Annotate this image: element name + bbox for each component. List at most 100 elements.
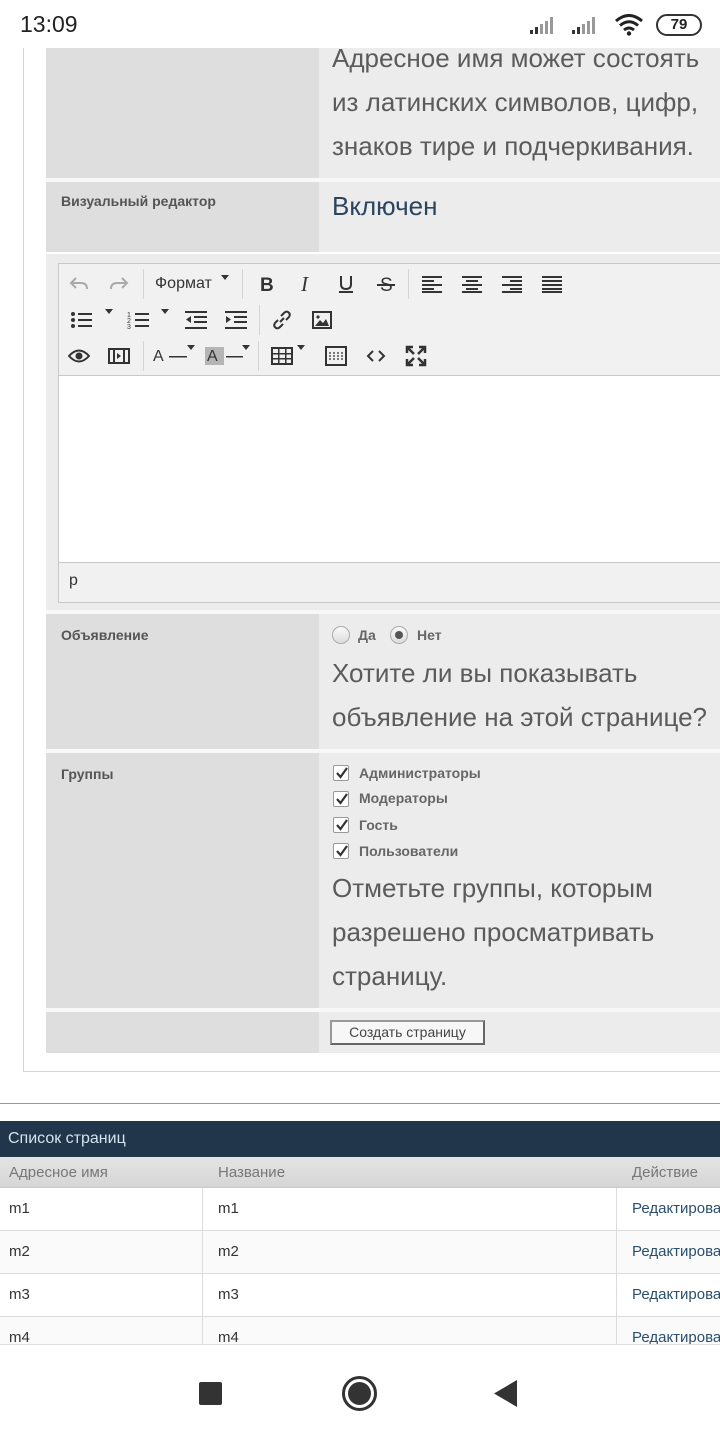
- toolbar-separator: [408, 269, 409, 299]
- numbered-list-icon[interactable]: 123: [123, 305, 153, 335]
- group-label-administrators[interactable]: Администраторы: [359, 765, 481, 781]
- format-dropdown-label: Формат: [155, 275, 212, 292]
- chevron-down-icon[interactable]: [187, 345, 195, 350]
- source-code-icon[interactable]: [361, 341, 391, 371]
- strikethrough-icon[interactable]: S: [371, 269, 401, 299]
- row-alias: m2: [9, 1243, 30, 1260]
- announcement-yes-label[interactable]: Да: [358, 627, 376, 643]
- toolbar-separator: [242, 269, 243, 299]
- text-color-icon[interactable]: A: [151, 341, 191, 371]
- row-edit-link[interactable]: Редактировать: [632, 1286, 720, 1303]
- align-justify-icon[interactable]: [537, 269, 567, 299]
- chevron-down-icon[interactable]: [161, 309, 169, 314]
- recents-square-icon[interactable]: [199, 1382, 222, 1405]
- visual-aid-icon[interactable]: [321, 341, 351, 371]
- column-divider: [616, 1188, 617, 1344]
- home-circle-icon[interactable]: [341, 1375, 378, 1412]
- outdent-icon[interactable]: [181, 305, 211, 335]
- announcement-row: Объявление Да Нет Хотите ли вы показыват…: [46, 614, 720, 749]
- media-icon[interactable]: [104, 341, 134, 371]
- group-checkbox-users[interactable]: [333, 843, 349, 859]
- signal-icon: [572, 17, 595, 34]
- format-dropdown[interactable]: Формат: [149, 269, 234, 299]
- group-checkbox-administrators[interactable]: [333, 765, 349, 781]
- status-time: 13:09: [20, 11, 78, 37]
- submit-value-cell: Создать страницу: [319, 1012, 720, 1053]
- screen: Адресное имя может состоять из латинских…: [0, 0, 720, 1440]
- visual-editor-value[interactable]: Включен: [332, 184, 437, 228]
- column-header-name[interactable]: Название: [218, 1164, 285, 1181]
- page-list-table-header: Адресное имя Название Действие: [0, 1157, 720, 1188]
- group-label-users[interactable]: Пользователи: [359, 843, 458, 859]
- groups-hint-line-3: страницу.: [332, 961, 448, 991]
- row-edit-link[interactable]: Редактировать: [632, 1243, 720, 1260]
- editor-content-area[interactable]: [59, 376, 720, 562]
- toolbar-separator: [143, 269, 144, 299]
- page-list-header: Список страниц: [0, 1121, 720, 1157]
- group-checkbox-guest[interactable]: [333, 817, 349, 833]
- battery-icon: 79: [656, 14, 702, 36]
- visual-editor-row: Визуальный редактор Включен: [46, 182, 720, 252]
- toolbar-separator: [143, 341, 144, 371]
- link-icon[interactable]: [267, 305, 297, 335]
- column-header-action[interactable]: Действие: [632, 1164, 698, 1181]
- visual-editor-label-cell: Визуальный редактор: [46, 182, 319, 252]
- table-row: m2 m2 Редактировать: [0, 1231, 720, 1274]
- group-label-moderators[interactable]: Модераторы: [359, 790, 448, 806]
- table-icon[interactable]: [267, 341, 297, 371]
- row-name: m3: [218, 1286, 239, 1303]
- create-page-button[interactable]: Создать страницу: [330, 1020, 485, 1045]
- groups-hint-line-1: Отметьте группы, которым: [332, 873, 653, 903]
- chevron-down-icon[interactable]: [297, 345, 305, 350]
- align-left-icon[interactable]: [417, 269, 447, 299]
- groups-value-cell: Администраторы Модераторы Гость Пользова…: [319, 753, 720, 1008]
- submit-row: Создать страницу: [46, 1012, 720, 1053]
- table-row: m3 m3 Редактировать: [0, 1274, 720, 1317]
- image-icon[interactable]: [307, 305, 337, 335]
- table-row: m1 m1 Редактировать: [0, 1188, 720, 1231]
- wifi-icon: [615, 14, 643, 36]
- toolbar-separator: [258, 341, 259, 371]
- announcement-yes-radio[interactable]: [332, 626, 350, 644]
- italic-icon[interactable]: I: [291, 269, 321, 299]
- status-bar: 13:09 79: [0, 0, 720, 48]
- preview-icon[interactable]: [64, 341, 94, 371]
- groups-row: Группы Администраторы Модераторы Гость П…: [46, 753, 720, 1008]
- column-header-alias[interactable]: Адресное имя: [9, 1164, 108, 1181]
- editor-toolbar: Формат B I S 1 2 3 A A: [59, 264, 720, 376]
- groups-hint-line-2: разрешено просматривать: [332, 917, 655, 947]
- chevron-down-icon: [221, 275, 229, 280]
- background-color-icon[interactable]: A: [205, 341, 245, 371]
- align-right-icon[interactable]: [497, 269, 527, 299]
- announcement-no-label[interactable]: Нет: [417, 627, 442, 643]
- groups-label: Группы: [61, 766, 114, 782]
- group-label-guest[interactable]: Гость: [359, 817, 398, 833]
- row-name: m2: [218, 1243, 239, 1260]
- row-alias: m3: [9, 1286, 30, 1303]
- editor-element-path[interactable]: p: [69, 572, 78, 590]
- svg-text:B: B: [260, 275, 274, 294]
- visual-editor-label: Визуальный редактор: [61, 193, 216, 209]
- fullscreen-icon[interactable]: [401, 341, 431, 371]
- chevron-down-icon[interactable]: [105, 309, 113, 314]
- announcement-hint-line-1: Хотите ли вы показывать: [332, 658, 638, 688]
- bullet-list-icon[interactable]: [66, 305, 96, 335]
- visual-editor-value-cell: Включен: [319, 182, 720, 252]
- alias-hint-line-3: знаков тире и подчеркивания.: [332, 131, 694, 161]
- chevron-down-icon[interactable]: [242, 345, 250, 350]
- alias-label-cell: [46, 36, 319, 178]
- back-triangle-icon[interactable]: [494, 1380, 518, 1407]
- alias-value-cell: Адресное имя может состоять из латинских…: [319, 36, 720, 178]
- underline-icon[interactable]: [331, 269, 361, 299]
- redo-icon[interactable]: [104, 269, 134, 299]
- bold-icon[interactable]: B: [251, 269, 281, 299]
- announcement-label: Объявление: [61, 627, 149, 643]
- row-edit-link[interactable]: Редактировать: [632, 1200, 720, 1217]
- submit-label-cell: [46, 1012, 319, 1053]
- indent-icon[interactable]: [221, 305, 251, 335]
- editor-row: Формат B I S 1 2 3 A A p: [46, 254, 720, 610]
- align-center-icon[interactable]: [457, 269, 487, 299]
- undo-icon[interactable]: [64, 269, 94, 299]
- group-checkbox-moderators[interactable]: [333, 791, 349, 807]
- announcement-no-radio[interactable]: [390, 626, 408, 644]
